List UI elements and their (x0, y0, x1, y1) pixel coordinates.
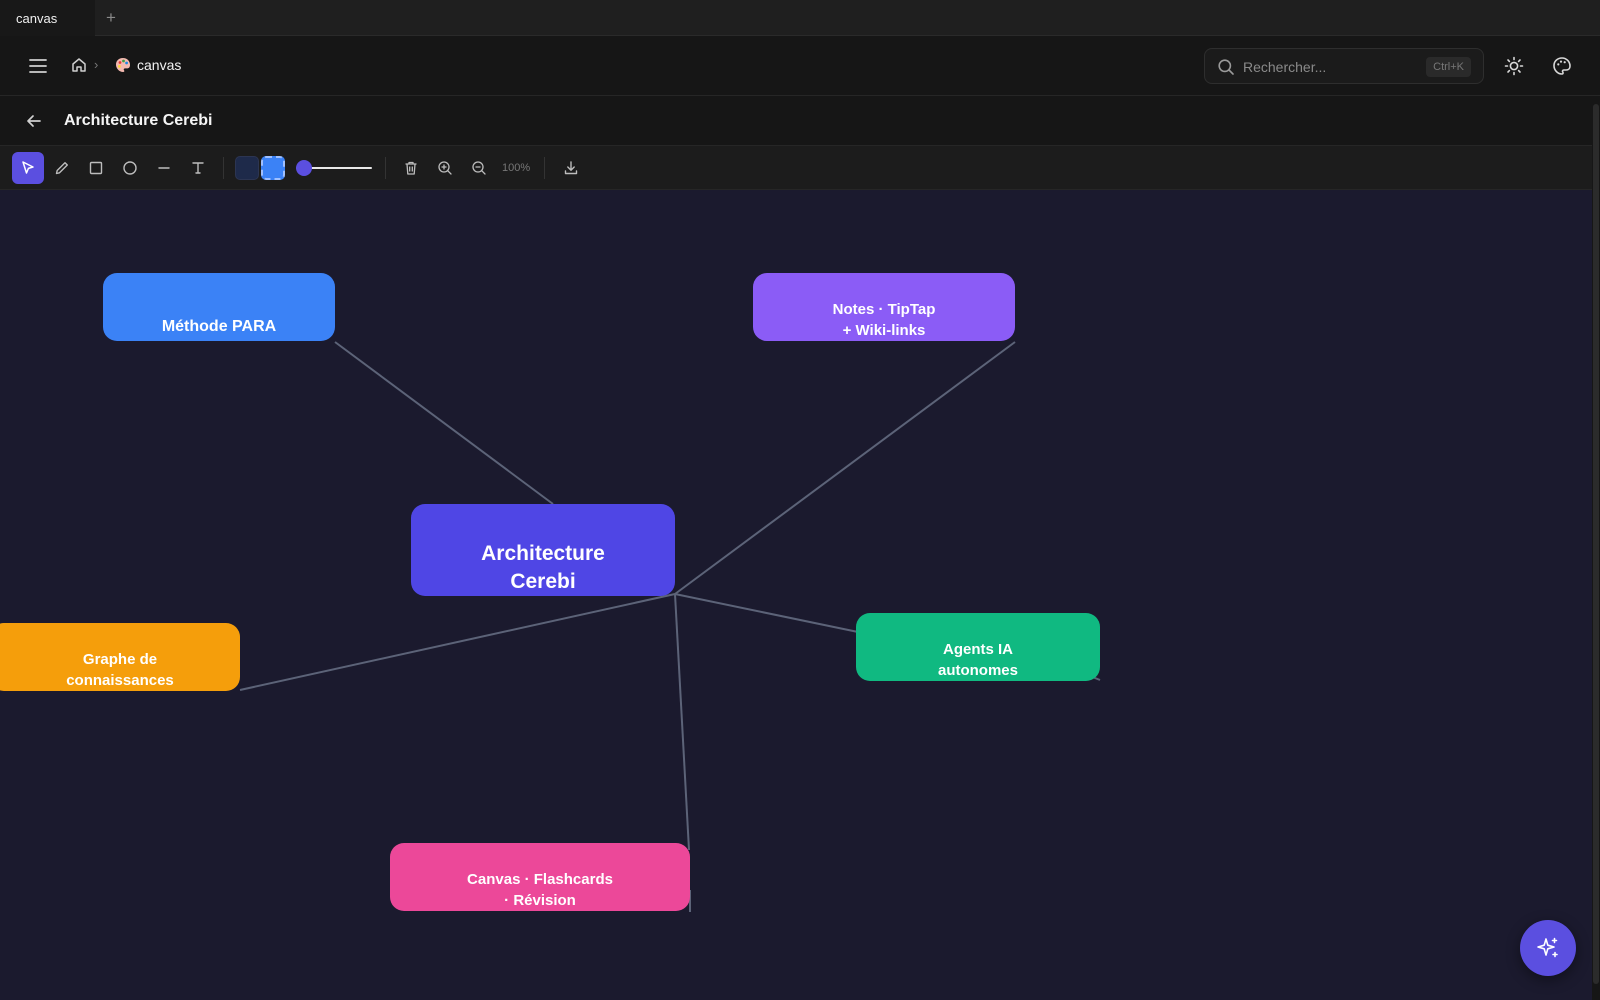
export-button[interactable] (555, 152, 587, 184)
edge-agents[interactable] (674, 593, 859, 633)
node-label-line1: Architecture (481, 542, 605, 565)
browser-tab-strip: canvas + (0, 0, 1600, 36)
drawing-toolbar: 100% (0, 146, 1592, 190)
square-icon (89, 161, 103, 175)
edge-para[interactable] (334, 341, 554, 505)
toolbar-divider (385, 157, 386, 179)
node-agents-ia[interactable]: Agents IA autonomes (856, 613, 1100, 681)
menu-icon[interactable] (26, 54, 50, 78)
ai-assistant-button[interactable] (1520, 920, 1576, 976)
scrollbar-thumb[interactable] (1593, 104, 1599, 984)
pencil-tool-button[interactable] (46, 152, 78, 184)
node-notes-tiptap[interactable]: Notes · TipTap + Wiki-links (753, 273, 1015, 341)
search-input[interactable] (1243, 55, 1423, 79)
circle-icon (123, 161, 137, 175)
pencil-icon (55, 162, 68, 175)
sparkles-icon (1537, 937, 1558, 958)
zoom-in-icon (438, 161, 452, 175)
node-label-line2: · Révision (504, 892, 576, 909)
search-shortcut-badge: Ctrl+K (1426, 57, 1471, 77)
slider-thumb[interactable] (295, 160, 312, 176)
stroke-width-slider[interactable] (292, 158, 372, 178)
line-tool-button[interactable] (148, 152, 180, 184)
ellipse-tool-button[interactable] (114, 152, 146, 184)
new-tab-button[interactable]: + (101, 8, 121, 28)
node-label-line1: Agents IA (942, 641, 1013, 658)
rectangle-tool-button[interactable] (80, 152, 112, 184)
select-tool-button[interactable] (12, 152, 44, 184)
search-box[interactable]: Ctrl+K (1204, 48, 1484, 84)
page-title: Architecture Cerebi (64, 112, 213, 129)
node-canvas-flashcards[interactable]: Canvas · Flashcards · Révision (390, 843, 690, 911)
download-icon (564, 161, 578, 175)
text-icon (192, 162, 204, 174)
edge-canvas[interactable] (674, 593, 690, 851)
palette-emoji-icon (114, 56, 132, 74)
sun-icon[interactable] (1502, 54, 1526, 78)
home-icon[interactable] (70, 56, 88, 74)
stroke-color-swatch[interactable] (235, 156, 259, 180)
page-scrollbar[interactable] (1592, 96, 1600, 1000)
delete-button[interactable] (395, 152, 427, 184)
node-label-line1: Notes · TipTap (832, 301, 936, 318)
node-methode-para[interactable]: Méthode PARA (103, 273, 335, 341)
fill-color-swatch[interactable] (261, 156, 285, 180)
breadcrumb-separator: › (94, 57, 99, 72)
edge-notes[interactable] (674, 341, 1016, 595)
edge-graphe[interactable] (239, 593, 676, 691)
palette-icon[interactable] (1550, 54, 1574, 78)
trash-icon (405, 161, 417, 175)
app-header: › canvas Ctrl+K (0, 36, 1600, 96)
node-label-line2: autonomes (937, 662, 1018, 679)
node-label-line2: Cerebi (510, 570, 576, 593)
node-graphe-connaissances[interactable]: Graphe de connaissances (0, 623, 240, 691)
node-architecture-cerebi-center[interactable]: Architecture Cerebi (411, 504, 675, 596)
toolbar-divider (223, 157, 224, 179)
node-label-line1: Graphe de (82, 651, 158, 668)
line-icon (158, 167, 170, 169)
breadcrumb-current[interactable]: canvas (137, 55, 181, 75)
node-label-line2: Méthode PARA (161, 318, 277, 335)
zoom-in-button[interactable] (429, 152, 461, 184)
cursor-arrow-icon (22, 161, 34, 174)
toolbar-divider (544, 157, 545, 179)
back-arrow-icon[interactable] (22, 109, 46, 133)
browser-tab-title: canvas (16, 10, 58, 26)
drawing-canvas[interactable]: Méthode PARA Notes · TipTap + Wiki-links… (0, 190, 1592, 1000)
zoom-out-icon (472, 161, 486, 175)
text-tool-button[interactable] (182, 152, 214, 184)
zoom-level: 100% (502, 162, 531, 174)
search-icon (1217, 58, 1235, 76)
browser-tab[interactable]: canvas (0, 0, 95, 36)
node-label-line2: connaissances (66, 672, 174, 689)
zoom-out-button[interactable] (463, 152, 495, 184)
canvas-title-bar: Architecture Cerebi (0, 96, 1592, 146)
node-label-line2: + Wiki-links (842, 322, 926, 339)
node-label-line1: Canvas · Flashcards (467, 871, 613, 888)
